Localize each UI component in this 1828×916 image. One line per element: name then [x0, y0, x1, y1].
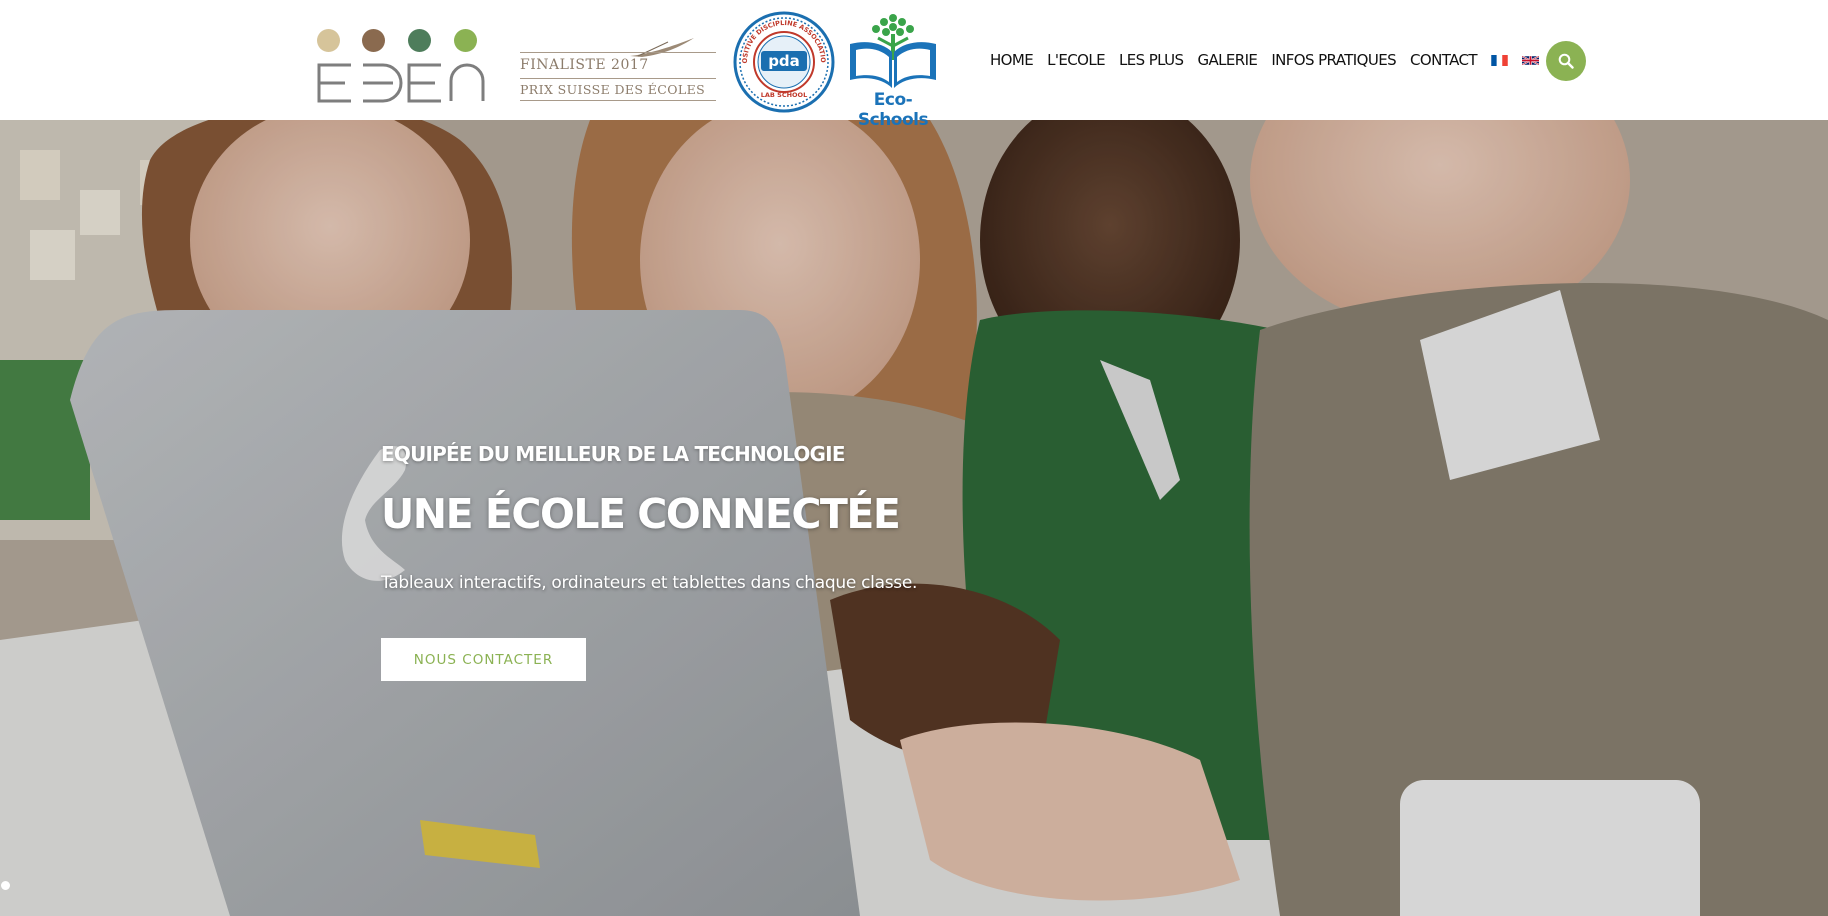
logo-dot	[454, 29, 477, 52]
hero-description: Tableaux interactifs, ordinateurs et tab…	[381, 573, 918, 593]
nav-item-lecole[interactable]: L'ECOLE	[1047, 51, 1105, 69]
hero-photo	[0, 120, 1828, 916]
site-header: FINALISTE 2017 PRIX SUISSE DES ÉCOLES pd…	[0, 0, 1828, 130]
hero-eyebrow: EQUIPÉE DU MEILLEUR DE LA TECHNOLOGIE	[381, 442, 845, 466]
svg-text:pda: pda	[768, 52, 800, 70]
nav-item-home[interactable]: HOME	[990, 51, 1034, 69]
prix-suisse-badge: FINALISTE 2017 PRIX SUISSE DES ÉCOLES	[520, 34, 716, 104]
search-button[interactable]	[1546, 41, 1586, 81]
hero-title: UNE ÉCOLE CONNECTÉE	[381, 490, 901, 538]
slider-pagination-dot[interactable]	[1, 881, 10, 890]
contact-button[interactable]: NOUS CONTACTER	[381, 638, 586, 681]
eco-schools-badge: Eco-Schools	[840, 12, 946, 130]
uk-flag-icon[interactable]	[1521, 54, 1539, 66]
nav-item-contact[interactable]: CONTACT	[1410, 51, 1478, 69]
eco-schools-tree-icon	[850, 14, 936, 88]
logo-wordmark	[315, 61, 487, 105]
hero-slider: EQUIPÉE DU MEILLEUR DE LA TECHNOLOGIE UN…	[0, 120, 1828, 916]
search-icon	[1558, 53, 1574, 69]
eco-schools-label: Eco-Schools	[857, 90, 929, 130]
eden-logo[interactable]	[315, 27, 490, 105]
logo-dot	[362, 29, 385, 52]
logo-dot	[408, 29, 431, 52]
fr-flag-icon[interactable]	[1491, 54, 1508, 66]
nav-item-infos-pratiques[interactable]: INFOS PRATIQUES	[1271, 51, 1396, 69]
logo-dot	[317, 29, 340, 52]
prix-line-2: PRIX SUISSE DES ÉCOLES	[520, 78, 716, 101]
prix-line-1: FINALISTE 2017	[520, 52, 716, 73]
svg-text:LAB SCHOOL: LAB SCHOOL	[761, 91, 807, 99]
main-nav: HOME L'ECOLE LES PLUS GALERIE INFOS PRAT…	[990, 51, 1553, 69]
pda-lab-school-badge: pda POSITIVE DISCIPLINE ASSOCIATION LAB …	[730, 5, 835, 113]
nav-item-les-plus[interactable]: LES PLUS	[1119, 51, 1184, 69]
nav-item-galerie[interactable]: GALERIE	[1197, 51, 1257, 69]
